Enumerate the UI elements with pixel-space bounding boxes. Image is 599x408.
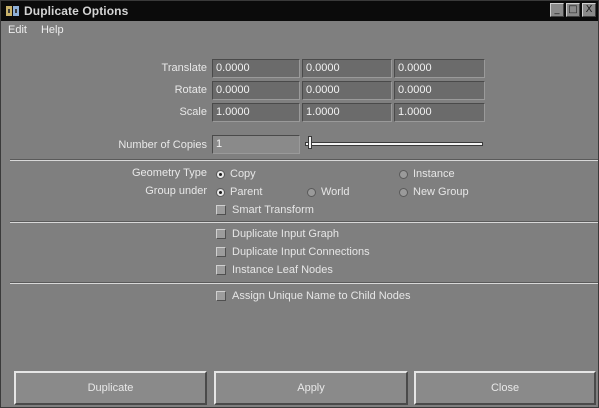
title-bar[interactable]: Duplicate Options _ □ X (1, 1, 598, 21)
close-icon[interactable]: X (582, 3, 596, 17)
close-button[interactable]: Close (414, 371, 596, 405)
geometry-copy-radio[interactable]: Copy (216, 168, 256, 180)
menu-edit[interactable]: Edit (1, 24, 34, 36)
window-controls: _ □ X (550, 3, 596, 17)
duplicate-input-graph-label: Duplicate Input Graph (232, 228, 340, 240)
number-of-copies-field[interactable]: 1 (212, 135, 300, 154)
radio-off-icon (399, 187, 408, 197)
instance-leaf-nodes-label: Instance Leaf Nodes (232, 264, 333, 276)
rotate-z-field[interactable]: 0.0000 (394, 81, 485, 100)
scale-x-field[interactable]: 1.0000 (212, 103, 300, 122)
checkbox-icon (216, 247, 226, 257)
duplicate-input-connections-label: Duplicate Input Connections (232, 246, 370, 258)
radio-off-icon (399, 169, 408, 179)
group-new-group-label: New Group (413, 186, 469, 198)
window-title: Duplicate Options (24, 4, 129, 18)
radio-off-icon (307, 187, 316, 197)
duplicate-options-window: Duplicate Options _ □ X Edit Help Transl… (0, 0, 599, 408)
checkbox-icon (216, 291, 226, 301)
maya-app-icon (5, 4, 21, 18)
rotate-x-field[interactable]: 0.0000 (212, 81, 300, 100)
geometry-instance-label: Instance (413, 168, 455, 180)
duplicate-button[interactable]: Duplicate (14, 371, 207, 405)
duplicate-input-connections-checkbox[interactable]: Duplicate Input Connections (216, 246, 370, 258)
geometry-type-label: Geometry Type (132, 167, 207, 179)
smart-transform-checkbox[interactable]: Smart Transform (216, 204, 314, 216)
scale-label: Scale (179, 106, 207, 118)
copies-slider-track[interactable] (305, 142, 483, 146)
geometry-instance-radio[interactable]: Instance (399, 168, 455, 180)
apply-button[interactable]: Apply (214, 371, 408, 405)
group-world-radio[interactable]: World (307, 186, 350, 198)
group-new-group-radio[interactable]: New Group (399, 186, 469, 198)
group-parent-radio[interactable]: Parent (216, 186, 262, 198)
smart-transform-label: Smart Transform (232, 204, 314, 216)
translate-y-field[interactable]: 0.0000 (302, 59, 392, 78)
minimize-icon[interactable]: _ (550, 3, 564, 17)
assign-unique-name-checkbox[interactable]: Assign Unique Name to Child Nodes (216, 290, 411, 302)
radio-on-icon (216, 169, 225, 179)
checkbox-icon (216, 265, 226, 275)
separator-1 (10, 159, 598, 161)
number-of-copies-label: Number of Copies (118, 139, 207, 151)
radio-on-icon (216, 187, 225, 197)
group-world-label: World (321, 186, 350, 198)
rotate-label: Rotate (174, 84, 207, 96)
duplicate-input-graph-checkbox[interactable]: Duplicate Input Graph (216, 228, 339, 240)
checkbox-icon (216, 229, 226, 239)
scale-y-field[interactable]: 1.0000 (302, 103, 392, 122)
instance-leaf-nodes-checkbox[interactable]: Instance Leaf Nodes (216, 264, 333, 276)
group-under-label: Group under (145, 185, 207, 197)
separator-3 (10, 282, 598, 284)
maximize-icon[interactable]: □ (566, 3, 580, 17)
translate-z-field[interactable]: 0.0000 (394, 59, 485, 78)
group-parent-label: Parent (230, 186, 263, 198)
geometry-copy-label: Copy (230, 168, 256, 180)
checkbox-icon (216, 205, 226, 215)
translate-label: Translate (161, 62, 207, 74)
scale-z-field[interactable]: 1.0000 (394, 103, 485, 122)
separator-2 (10, 221, 598, 223)
copies-slider-handle[interactable] (308, 136, 312, 149)
menu-bar: Edit Help (1, 21, 598, 39)
assign-unique-name-label: Assign Unique Name to Child Nodes (232, 290, 411, 302)
rotate-y-field[interactable]: 0.0000 (302, 81, 392, 100)
menu-help[interactable]: Help (34, 24, 71, 36)
translate-x-field[interactable]: 0.0000 (212, 59, 300, 78)
